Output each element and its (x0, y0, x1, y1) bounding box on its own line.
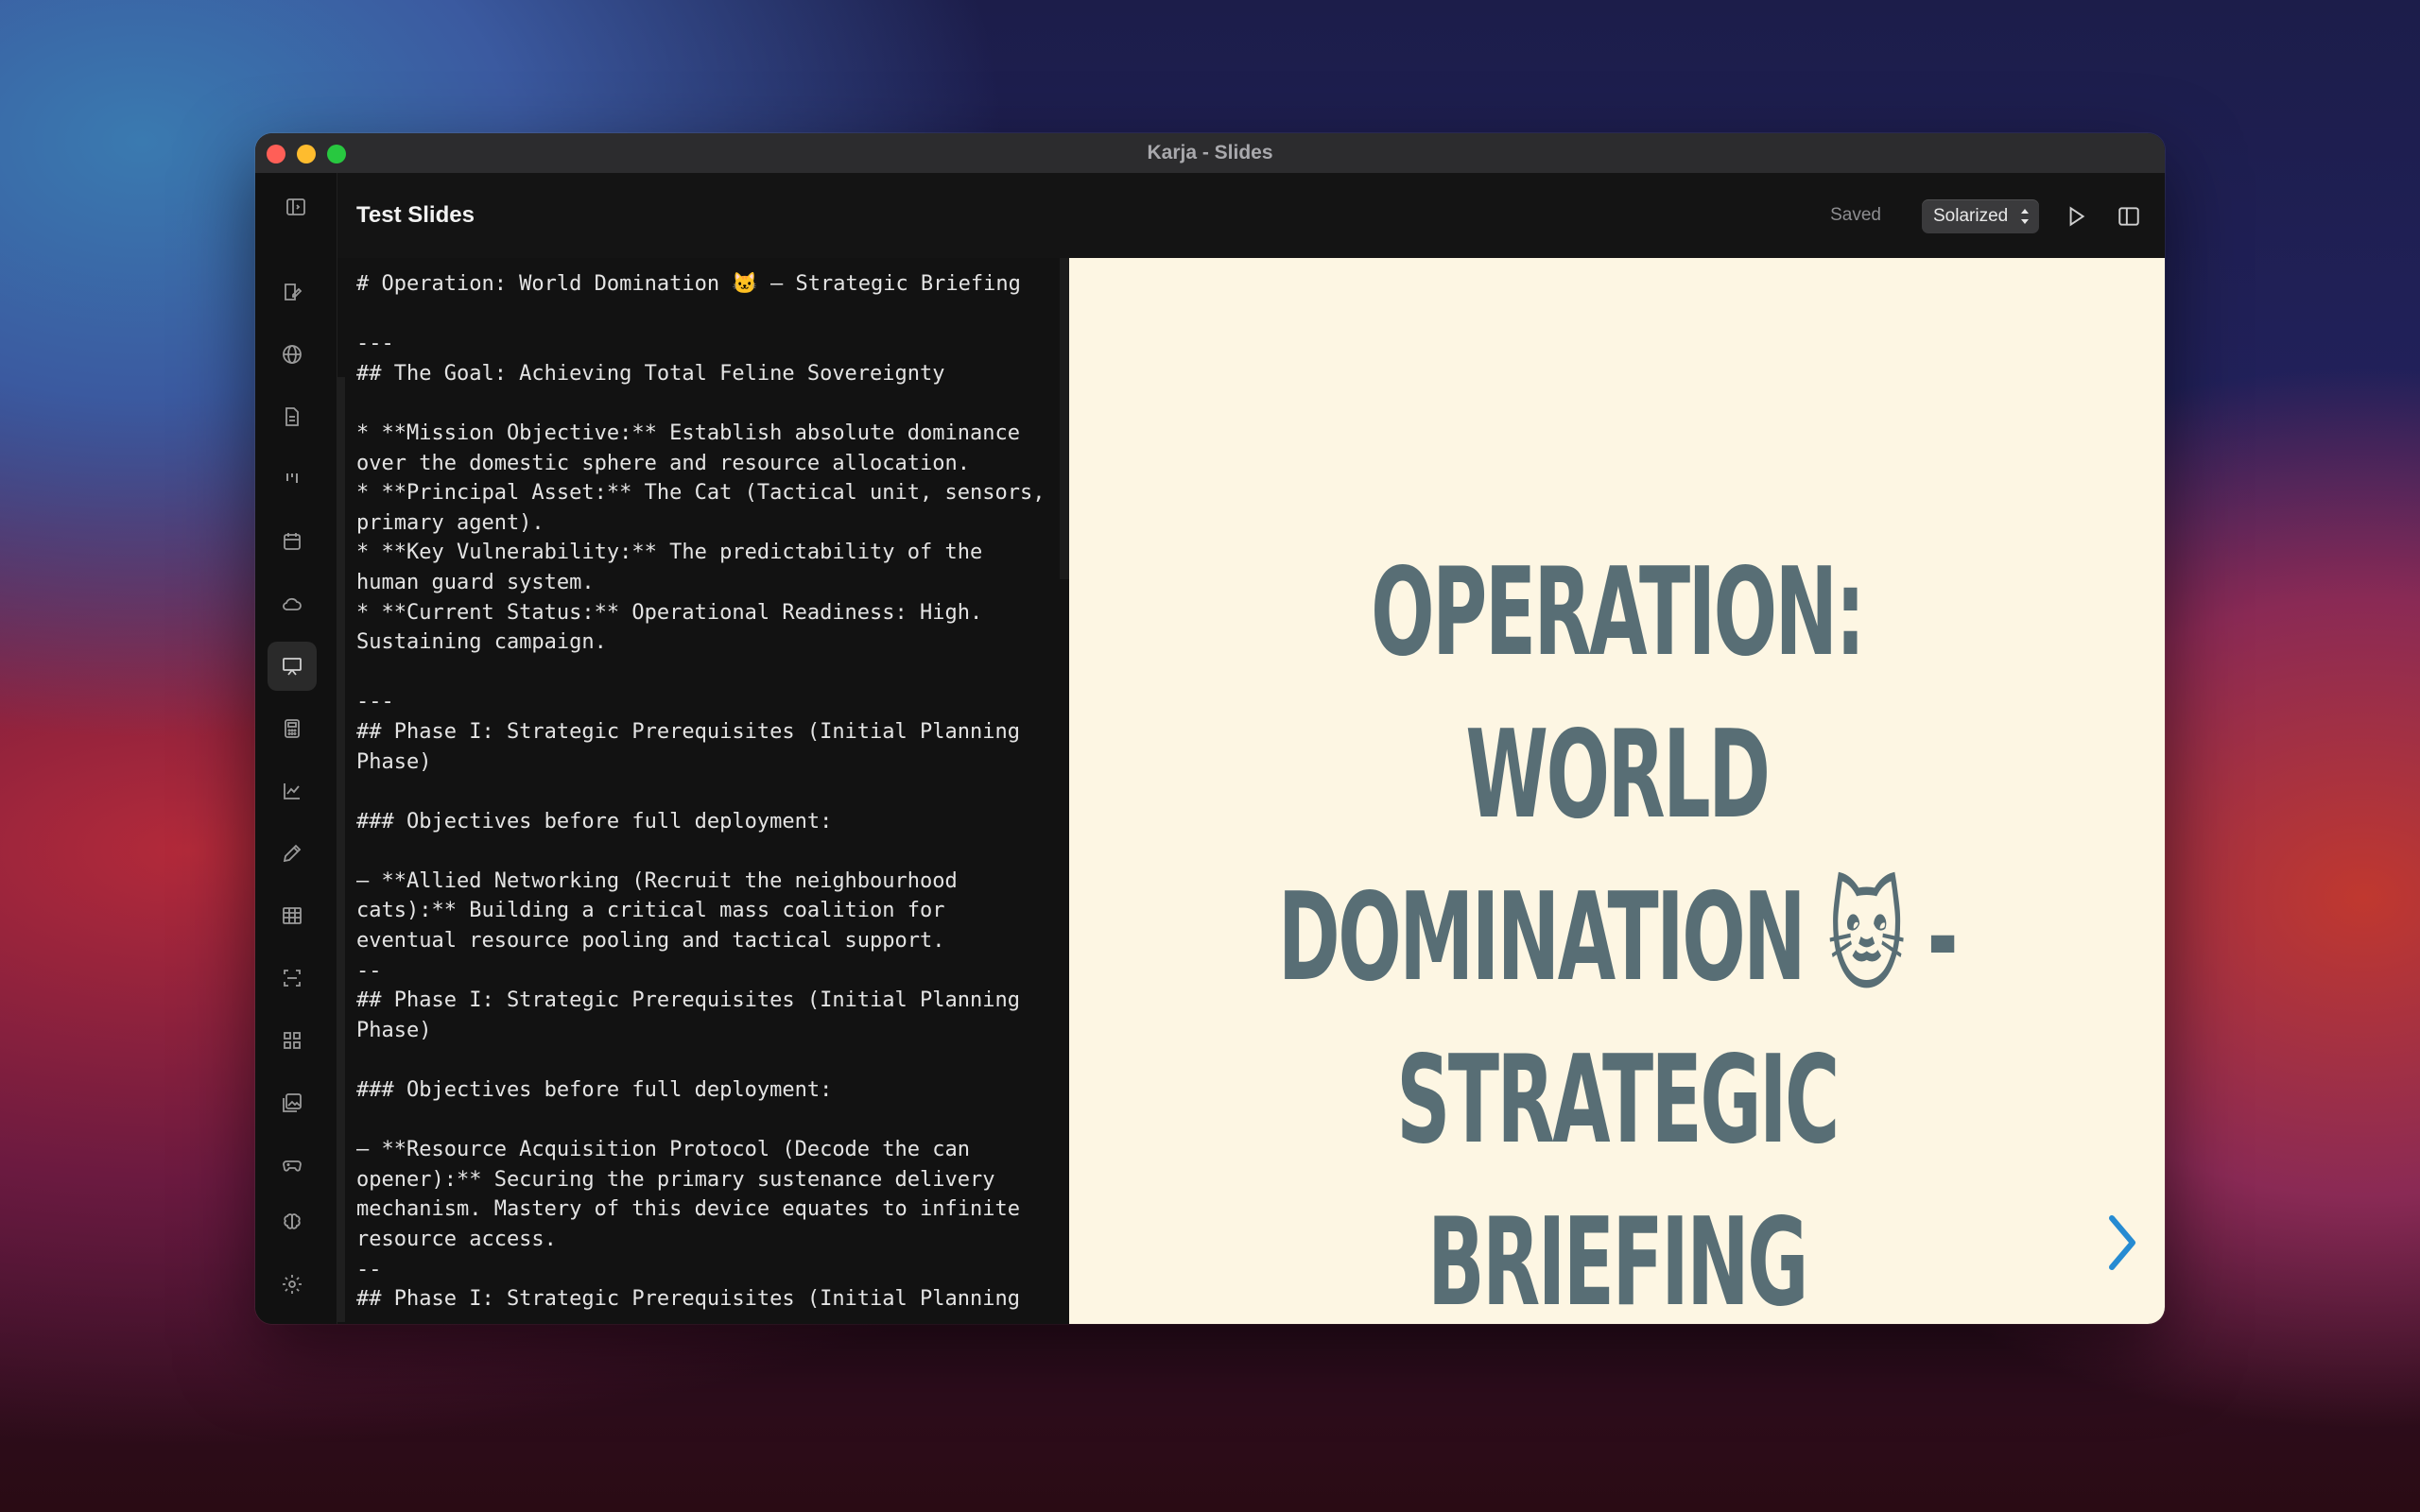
images-icon[interactable] (268, 1078, 317, 1127)
next-slide-arrow-icon[interactable] (2102, 1211, 2144, 1275)
app-window: Karja - Slides Test Slides Saved Solariz… (255, 133, 2165, 1324)
gutter-bar (337, 377, 345, 1322)
chevron-updown-icon (2021, 209, 2029, 224)
theme-select-value: Solarized (1933, 206, 2009, 226)
sidebar-right-icon (2118, 207, 2139, 226)
notes-edit-icon[interactable] (268, 267, 317, 317)
chart-icon[interactable] (268, 766, 317, 816)
editor-content[interactable]: # Operation: World Domination 🐱 – Strate… (356, 269, 1056, 1314)
editor-scrollbar[interactable] (1060, 258, 1069, 579)
sidebar (255, 173, 337, 1324)
theme-select[interactable]: Solarized (1922, 199, 2039, 233)
scan-icon[interactable] (268, 954, 317, 1003)
sidebar-toggle-icon[interactable] (271, 182, 320, 232)
play-icon (2069, 206, 2085, 227)
calculator-icon[interactable] (268, 704, 317, 753)
title-bar: Karja - Slides (255, 133, 2165, 174)
markdown-editor[interactable]: # Operation: World Domination 🐱 – Strate… (337, 258, 1069, 1324)
pencil-icon[interactable] (268, 829, 317, 878)
gamepad-icon[interactable] (268, 1141, 317, 1190)
window-title: Karja - Slides (1147, 142, 1273, 163)
calendar-icon[interactable] (268, 517, 317, 566)
cloud-icon[interactable] (268, 579, 317, 628)
globe-icon[interactable] (268, 330, 317, 379)
save-status: Saved (1830, 205, 1881, 225)
slide-title: OPERATION: WORLD DOMINATION 🐱 - STRATEGI… (1277, 542, 1959, 1324)
table-icon[interactable] (268, 891, 317, 940)
document-icon[interactable] (268, 392, 317, 441)
toggle-preview-button[interactable] (2112, 199, 2146, 233)
brain-icon[interactable] (268, 1197, 317, 1246)
presentation-icon[interactable] (268, 642, 317, 691)
settings-icon[interactable] (268, 1260, 317, 1309)
grid-icon[interactable] (268, 1016, 317, 1065)
kanban-icon[interactable] (268, 455, 317, 504)
document-title: Test Slides (356, 202, 475, 228)
slide-preview: OPERATION: WORLD DOMINATION 🐱 - STRATEGI… (1069, 258, 2165, 1324)
toolbar: Test Slides Saved Solarized (337, 173, 2165, 258)
play-button[interactable] (2059, 199, 2093, 233)
